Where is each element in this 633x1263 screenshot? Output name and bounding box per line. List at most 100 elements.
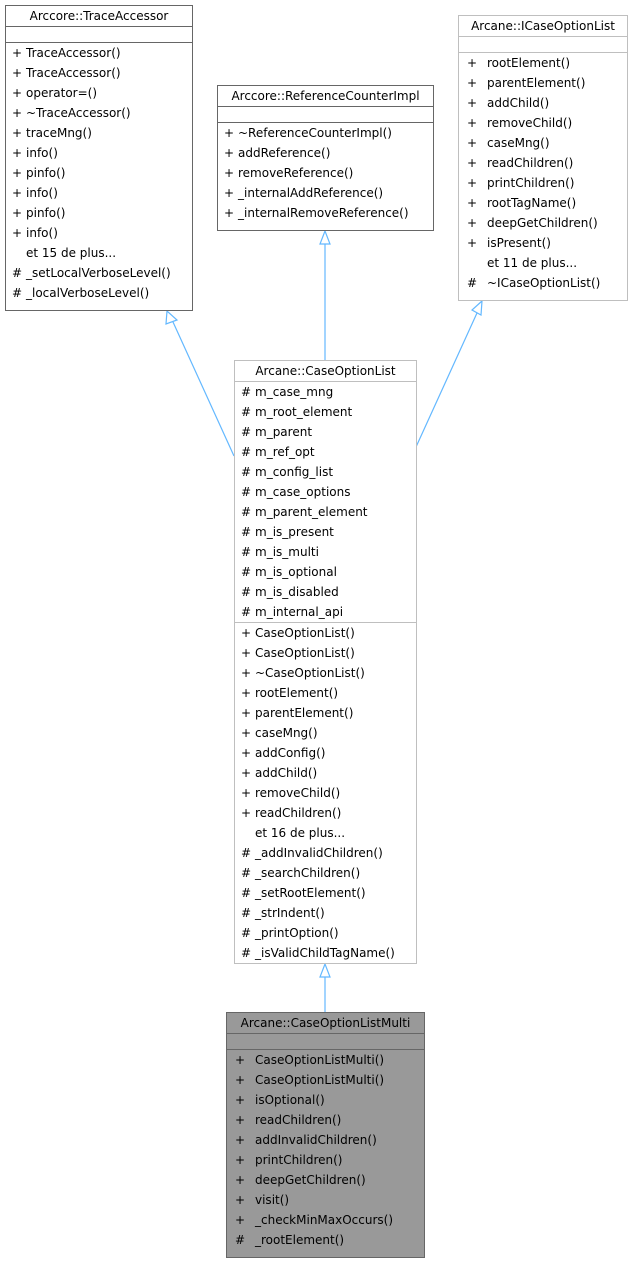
class-box-reference-counter-impl[interactable]: Arccore::ReferenceCounterImpl + ~Referenc…	[217, 85, 434, 231]
member-row[interactable]: + addChild()	[235, 763, 416, 783]
attribute-row[interactable]: # m_is_disabled	[235, 582, 416, 602]
member-name: pinfo()	[26, 166, 66, 180]
visibility-marker: +	[12, 146, 23, 160]
member-row[interactable]: # _setRootElement()	[235, 883, 416, 903]
member-row[interactable]: + CaseOptionList()	[235, 643, 416, 663]
member-row[interactable]: + isPresent()	[459, 233, 627, 253]
member-row[interactable]: + rootElement()	[235, 683, 416, 703]
member-name: _setLocalVerboseLevel()	[26, 266, 171, 280]
class-box-case-option-list[interactable]: Arcane::CaseOptionList # m_case_mng # m_roo…	[234, 360, 417, 964]
member-row[interactable]: + caseMng()	[459, 133, 627, 153]
class-box-case-option-list-multi[interactable]: Arcane::CaseOptionListMulti + CaseOptionL…	[226, 1012, 425, 1258]
member-row[interactable]: + removeChild()	[235, 783, 416, 803]
member-row[interactable]: # _searchChildren()	[235, 863, 416, 883]
member-row[interactable]: + ~CaseOptionList()	[235, 663, 416, 683]
member-name: m_ref_opt	[255, 445, 315, 459]
member-row[interactable]: + rootElement()	[459, 53, 627, 73]
member-row[interactable]: + CaseOptionList()	[235, 623, 416, 643]
member-name: ~TraceAccessor()	[26, 106, 131, 120]
attribute-row[interactable]: # m_internal_api	[235, 602, 416, 622]
visibility-marker: #	[241, 886, 252, 900]
member-name: ~CaseOptionList()	[255, 666, 365, 680]
visibility-marker: +	[12, 86, 23, 100]
attribute-row[interactable]: # m_parent_element	[235, 502, 416, 522]
member-row[interactable]: + info()	[6, 143, 192, 163]
member-name: info()	[26, 186, 58, 200]
member-row[interactable]: + _checkMinMaxOccurs()	[227, 1210, 424, 1230]
member-row[interactable]: + removeChild()	[459, 113, 627, 133]
member-row[interactable]: + addConfig()	[235, 743, 416, 763]
visibility-marker: +	[241, 726, 252, 740]
member-row[interactable]: + isOptional()	[227, 1090, 424, 1110]
member-row[interactable]: + readChildren()	[235, 803, 416, 823]
member-row[interactable]: + removeReference()	[218, 163, 433, 183]
member-row[interactable]: # ~ICaseOptionList()	[459, 273, 627, 293]
member-name: caseMng()	[487, 136, 550, 150]
member-row[interactable]: + ~TraceAccessor()	[6, 103, 192, 123]
member-name: m_root_element	[255, 405, 353, 419]
attribute-row[interactable]: # m_root_element	[235, 402, 416, 422]
member-name: m_internal_api	[255, 605, 344, 619]
attribute-row[interactable]: # m_case_mng	[235, 382, 416, 402]
member-row[interactable]: # _printOption()	[235, 923, 416, 943]
member-row[interactable]: + readChildren()	[459, 153, 627, 173]
visibility-marker: +	[241, 786, 252, 800]
member-row[interactable]: + readChildren()	[227, 1110, 424, 1130]
attribute-row[interactable]: # m_is_present	[235, 522, 416, 542]
member-row[interactable]: + deepGetChildren()	[227, 1170, 424, 1190]
member-row[interactable]: + ~ReferenceCounterImpl()	[218, 123, 433, 143]
member-row[interactable]: + parentElement()	[459, 73, 627, 93]
attribute-row[interactable]: # m_parent	[235, 422, 416, 442]
member-row[interactable]: + printChildren()	[459, 173, 627, 193]
visibility-marker: #	[241, 565, 252, 579]
member-row[interactable]: + CaseOptionListMulti()	[227, 1070, 424, 1090]
member-row[interactable]: + parentElement()	[235, 703, 416, 723]
member-name: deepGetChildren()	[255, 1173, 366, 1187]
member-row[interactable]: + TraceAccessor()	[6, 43, 192, 63]
member-row[interactable]: + info()	[6, 183, 192, 203]
member-row[interactable]: + addInvalidChildren()	[227, 1130, 424, 1150]
member-row[interactable]: # _strIndent()	[235, 903, 416, 923]
visibility-marker: +	[224, 186, 235, 200]
visibility-marker: #	[241, 946, 252, 960]
member-row[interactable]: + visit()	[227, 1190, 424, 1210]
class-box-icase-option-list[interactable]: Arcane::ICaseOptionList + rootElement() + p…	[458, 15, 628, 301]
member-row[interactable]: + deepGetChildren()	[459, 213, 627, 233]
member-row[interactable]: + info()	[6, 223, 192, 243]
member-row[interactable]: + pinfo()	[6, 163, 192, 183]
attribute-row[interactable]: # m_is_multi	[235, 542, 416, 562]
member-name: parentElement()	[487, 76, 586, 90]
member-row[interactable]: + _internalRemoveReference()	[218, 203, 433, 223]
attribute-row[interactable]: # m_case_options	[235, 482, 416, 502]
class-box-trace-accessor[interactable]: Arccore::TraceAccessor + TraceAccessor() +…	[5, 5, 193, 311]
member-row[interactable]: # _isValidChildTagName()	[235, 943, 416, 963]
attribute-row[interactable]: # m_config_list	[235, 462, 416, 482]
member-row[interactable]: + _internalAddReference()	[218, 183, 433, 203]
member-row[interactable]: + addReference()	[218, 143, 433, 163]
more-members-link[interactable]: et 15 de plus...	[6, 243, 192, 263]
visibility-marker: +	[241, 666, 252, 680]
member-row[interactable]: + operator=()	[6, 83, 192, 103]
more-members-link[interactable]: et 11 de plus...	[459, 253, 627, 273]
member-row[interactable]: + traceMng()	[6, 123, 192, 143]
attribute-row[interactable]: # m_ref_opt	[235, 442, 416, 462]
member-row[interactable]: # _localVerboseLevel()	[6, 283, 192, 303]
member-row[interactable]: # _addInvalidChildren()	[235, 843, 416, 863]
visibility-marker: +	[12, 66, 23, 80]
member-row[interactable]: + pinfo()	[6, 203, 192, 223]
arrowhead-caseoptionlist	[319, 962, 331, 978]
visibility-marker: +	[467, 196, 478, 210]
attributes-section	[218, 106, 433, 122]
member-row[interactable]: + TraceAccessor()	[6, 63, 192, 83]
member-row[interactable]: + addChild()	[459, 93, 627, 113]
member-row[interactable]: # _setLocalVerboseLevel()	[6, 263, 192, 283]
visibility-marker: #	[241, 545, 252, 559]
more-members-link[interactable]: et 16 de plus...	[235, 823, 416, 843]
visibility-marker: +	[467, 116, 478, 130]
attribute-row[interactable]: # m_is_optional	[235, 562, 416, 582]
member-row[interactable]: + printChildren()	[227, 1150, 424, 1170]
member-row[interactable]: # _rootElement()	[227, 1230, 424, 1250]
member-row[interactable]: + rootTagName()	[459, 193, 627, 213]
member-row[interactable]: + CaseOptionListMulti()	[227, 1050, 424, 1070]
member-row[interactable]: + caseMng()	[235, 723, 416, 743]
